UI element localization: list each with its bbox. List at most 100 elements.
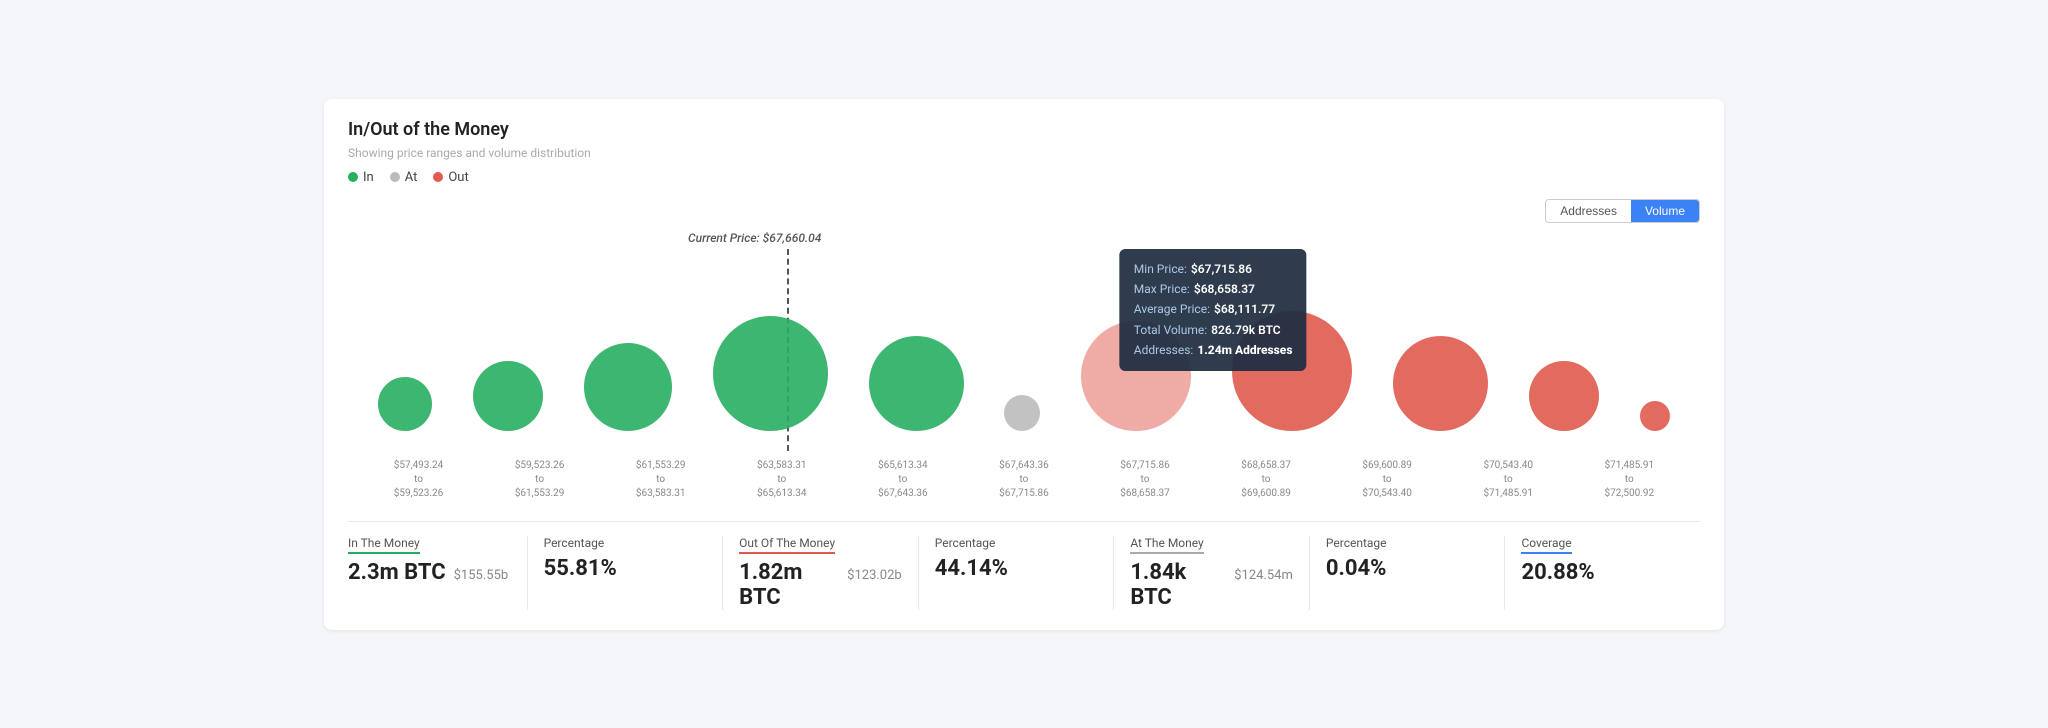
main-card: In/Out of the Money Showing price ranges…	[324, 99, 1724, 630]
stat-out-the-money: Out Of The Money 1.82m BTC $123.02b	[723, 536, 919, 610]
bubble-4	[713, 316, 828, 431]
bubble-col-11	[1640, 401, 1670, 431]
stat-at-the-money: At The Money 1.84k BTC $124.54m	[1114, 536, 1310, 610]
stat-pct-out-header: Percentage	[935, 536, 1098, 552]
stat-at-pct-group: Percentage 0.04%	[1310, 536, 1506, 610]
stat-pct-in-header: Percentage	[544, 536, 707, 552]
range-5: $65,613.34to$67,643.36	[863, 459, 943, 501]
bubble-col-2	[473, 361, 543, 431]
tooltip-min-value: $67,715.86	[1191, 259, 1252, 279]
range-10: $70,543.40to$71,485.91	[1468, 459, 1548, 501]
tooltip-addr-label: Addresses:	[1134, 340, 1194, 360]
stat-in-usd: $155.55b	[454, 568, 509, 583]
legend-in-label: In	[363, 170, 374, 185]
stat-pct-at-header: Percentage	[1326, 536, 1489, 552]
page-subtitle: Showing price ranges and volume distribu…	[348, 146, 1700, 160]
bubble-1	[378, 377, 432, 431]
stat-coverage-header: Coverage	[1521, 536, 1684, 556]
range-1: $57,493.24to$59,523.26	[379, 459, 459, 501]
bubbles-row: Min Price: $67,715.86 Max Price: $68,658…	[348, 311, 1700, 431]
stat-at-pct-values: 0.04%	[1326, 556, 1489, 581]
stat-coverage-pct: 20.88%	[1521, 560, 1594, 585]
stat-in-pct-values: 55.81%	[544, 556, 707, 581]
stat-in-btc: 2.3m BTC	[348, 560, 446, 585]
stat-pct-in-label: Percentage	[544, 536, 605, 550]
legend-at: At	[390, 170, 418, 185]
stat-out-btc: 1.82m BTC	[739, 560, 839, 610]
legend-in: In	[348, 170, 374, 185]
range-7: $67,715.86to$68,658.37	[1105, 459, 1185, 501]
legend-at-label: At	[405, 170, 418, 185]
current-price-label: Current Price: $67,660.04	[688, 231, 821, 245]
range-9: $69,600.89to$70,543.40	[1347, 459, 1427, 501]
stat-at-values: 1.84k BTC $124.54m	[1130, 560, 1293, 610]
stat-coverage: Coverage 20.88%	[1505, 536, 1700, 610]
stat-at-usd: $124.54m	[1234, 568, 1293, 583]
bubble-col-4	[713, 316, 828, 431]
tooltip-addr-value: 1.24m Addresses	[1197, 340, 1292, 360]
range-11: $71,485.91to$72,500.92	[1589, 459, 1669, 501]
stat-at-header: At The Money	[1130, 536, 1293, 556]
addresses-button[interactable]: Addresses	[1546, 200, 1631, 222]
bubble-2	[473, 361, 543, 431]
stat-out-pct-values: 44.14%	[935, 556, 1098, 581]
range-4: $63,583.31to$65,613.34	[742, 459, 822, 501]
stat-in-the-money: In The Money 2.3m BTC $155.55b	[348, 536, 528, 610]
in-dot	[348, 172, 358, 182]
range-6: $67,643.36to$67,715.86	[984, 459, 1064, 501]
tooltip-avg-value: $68,111.77	[1214, 299, 1275, 319]
bubble-6	[1004, 395, 1040, 431]
tooltip-vol-label: Total Volume:	[1134, 320, 1207, 340]
stat-coverage-label: Coverage	[1521, 536, 1571, 554]
stat-in-header: In The Money	[348, 536, 511, 556]
out-dot	[433, 172, 443, 182]
bubble-col-9	[1393, 336, 1488, 431]
range-3: $61,553.29to$63,583.31	[621, 459, 701, 501]
stat-out-pct-group: Percentage 44.14%	[919, 536, 1115, 610]
bubble-col-7: Min Price: $67,715.86 Max Price: $68,658…	[1081, 321, 1191, 431]
stat-coverage-values: 20.88%	[1521, 560, 1684, 585]
page-title: In/Out of the Money	[348, 119, 1700, 140]
tooltip-max-value: $68,658.37	[1194, 279, 1255, 299]
tooltip-max-label: Max Price:	[1134, 279, 1190, 299]
bubble-col-10	[1529, 361, 1599, 431]
legend-out-label: Out	[448, 170, 468, 185]
bubble-col-3	[584, 343, 672, 431]
top-bar: Addresses Volume	[348, 199, 1700, 223]
view-toggle: Addresses Volume	[1545, 199, 1700, 223]
stat-in-pct: 55.81%	[544, 556, 617, 581]
tooltip-min-label: Min Price:	[1134, 259, 1187, 279]
stat-at-pct: 0.04%	[1326, 556, 1387, 581]
range-2: $59,523.26to$61,553.29	[500, 459, 580, 501]
bubble-col-6	[1004, 395, 1040, 431]
stat-in-pct-group: Percentage 55.81%	[528, 536, 724, 610]
legend-out: Out	[433, 170, 468, 185]
stat-pct-at-label: Percentage	[1326, 536, 1387, 550]
volume-button[interactable]: Volume	[1631, 200, 1699, 222]
range-8: $68,658.37to$69,600.89	[1226, 459, 1306, 501]
stat-in-values: 2.3m BTC $155.55b	[348, 560, 511, 585]
stat-out-usd: $123.02b	[847, 568, 902, 583]
bubble-5	[869, 336, 964, 431]
chart-area: Current Price: $67,660.04	[348, 231, 1700, 451]
bubble-11	[1640, 401, 1670, 431]
tooltip-avg-label: Average Price:	[1134, 299, 1210, 319]
stat-out-pct: 44.14%	[935, 556, 1008, 581]
stat-in-label: In The Money	[348, 536, 420, 554]
legend: In At Out	[348, 170, 1700, 185]
stat-out-header: Out Of The Money	[739, 536, 902, 556]
tooltip-vol-value: 826.79k BTC	[1211, 320, 1281, 340]
bubble-3	[584, 343, 672, 431]
at-dot	[390, 172, 400, 182]
stat-at-label: At The Money	[1130, 536, 1203, 554]
stats-section: In The Money 2.3m BTC $155.55b Percentag…	[348, 521, 1700, 610]
bubble-10	[1529, 361, 1599, 431]
stat-out-label: Out Of The Money	[739, 536, 835, 554]
stat-at-btc: 1.84k BTC	[1130, 560, 1226, 610]
stat-pct-out-label: Percentage	[935, 536, 996, 550]
bubble-9	[1393, 336, 1488, 431]
range-labels: $57,493.24to$59,523.26 $59,523.26to$61,5…	[348, 459, 1700, 501]
stat-out-values: 1.82m BTC $123.02b	[739, 560, 902, 610]
bubble-col-1	[378, 377, 432, 431]
bubble-col-5	[869, 336, 964, 431]
